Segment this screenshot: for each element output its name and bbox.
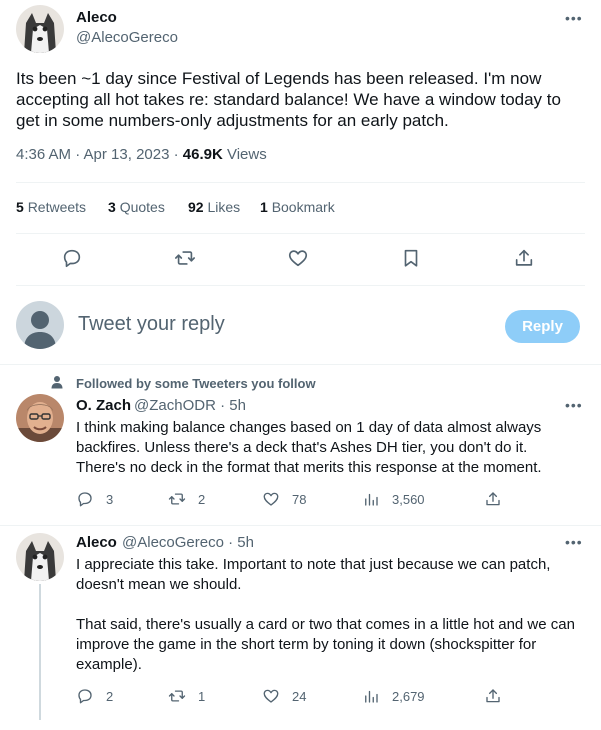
tweet-text: Its been ~1 day since Festival of Legend… xyxy=(16,69,561,130)
thread-line xyxy=(39,584,41,720)
retweet-icon xyxy=(168,690,186,702)
share-icon xyxy=(486,689,500,703)
like-action[interactable]: 78 xyxy=(262,490,306,508)
divider xyxy=(0,525,601,526)
like-icon xyxy=(263,492,279,506)
reply-input[interactable]: Tweet your reply xyxy=(78,313,225,336)
likes-stat[interactable]: 92 Likes xyxy=(188,199,240,215)
reply-author-name[interactable]: O. Zach xyxy=(76,397,131,414)
retweet-count: 2 xyxy=(198,491,206,507)
views-action[interactable]: 3,560 xyxy=(362,490,425,508)
share-action[interactable] xyxy=(484,687,514,705)
reply-action[interactable]: 2 xyxy=(76,687,113,705)
reply-text-paragraph-1: I appreciate this take. Important to not… xyxy=(76,556,551,593)
like-count: 24 xyxy=(292,688,307,704)
retweets-stat[interactable]: 5 Retweets xyxy=(16,199,86,215)
analytics-icon xyxy=(365,493,378,506)
view-count: 2,679 xyxy=(392,688,425,704)
current-user-avatar xyxy=(16,301,64,349)
reply-button[interactable]: Reply xyxy=(505,310,580,343)
reply-text: I think making balance changes based on … xyxy=(76,419,542,476)
reply-icon[interactable] xyxy=(61,247,83,269)
divider xyxy=(16,233,585,234)
retweet-action[interactable]: 2 xyxy=(168,490,205,508)
views-count: 46.9K xyxy=(182,146,223,163)
bookmarks-stat[interactable]: 1 Bookmark xyxy=(260,199,335,215)
divider xyxy=(0,364,601,365)
like-icon[interactable] xyxy=(287,247,309,269)
retweet-action[interactable]: 1 xyxy=(168,687,205,705)
reply-text-paragraph-2: That said, there's usually a card or two… xyxy=(76,616,575,673)
share-icon xyxy=(486,492,500,506)
author-handle[interactable]: @AlecoGereco xyxy=(76,29,178,46)
share-action[interactable] xyxy=(484,490,514,508)
bookmark-icon[interactable] xyxy=(400,247,422,269)
reply-count: 2 xyxy=(106,688,114,704)
reply-count: 3 xyxy=(106,491,114,507)
social-context: Followed by some Tweeters you follow xyxy=(76,376,316,391)
retweet-icon xyxy=(168,493,186,505)
like-icon xyxy=(263,689,279,703)
analytics-icon xyxy=(365,690,378,703)
like-count: 78 xyxy=(292,491,307,507)
tweet-timestamp[interactable]: 4:36 AM · Apr 13, 2023 · xyxy=(16,146,183,163)
reply-author-handle[interactable]: @ZachODR · 5h xyxy=(134,397,246,414)
author-name[interactable]: Aleco xyxy=(76,9,117,26)
more-icon[interactable]: ••• xyxy=(565,535,583,549)
reply-author-handle[interactable]: @AlecoGereco · 5h xyxy=(122,534,254,551)
reply-icon xyxy=(78,492,92,507)
views-action[interactable]: 2,679 xyxy=(362,687,425,705)
views-label: Views xyxy=(222,146,267,163)
reply-action[interactable]: 3 xyxy=(76,490,113,508)
more-icon[interactable]: ••• xyxy=(565,398,583,412)
retweet-icon[interactable] xyxy=(174,247,196,269)
reply-icon xyxy=(78,689,92,704)
divider xyxy=(16,182,585,183)
person-icon xyxy=(51,376,63,389)
author-avatar[interactable] xyxy=(16,5,64,53)
reply-author-avatar[interactable] xyxy=(16,533,64,581)
tweet-meta: 4:36 AM · Apr 13, 2023 · 46.9K Views xyxy=(16,146,267,163)
retweet-count: 1 xyxy=(198,688,206,704)
divider xyxy=(16,285,585,286)
reply-author-avatar[interactable] xyxy=(16,394,64,442)
share-icon[interactable] xyxy=(513,247,535,269)
quotes-stat[interactable]: 3 Quotes xyxy=(108,199,165,215)
like-action[interactable]: 24 xyxy=(262,687,306,705)
reply-author-name[interactable]: Aleco xyxy=(76,534,117,551)
view-count: 3,560 xyxy=(392,491,425,507)
more-icon[interactable]: ••• xyxy=(565,11,583,25)
